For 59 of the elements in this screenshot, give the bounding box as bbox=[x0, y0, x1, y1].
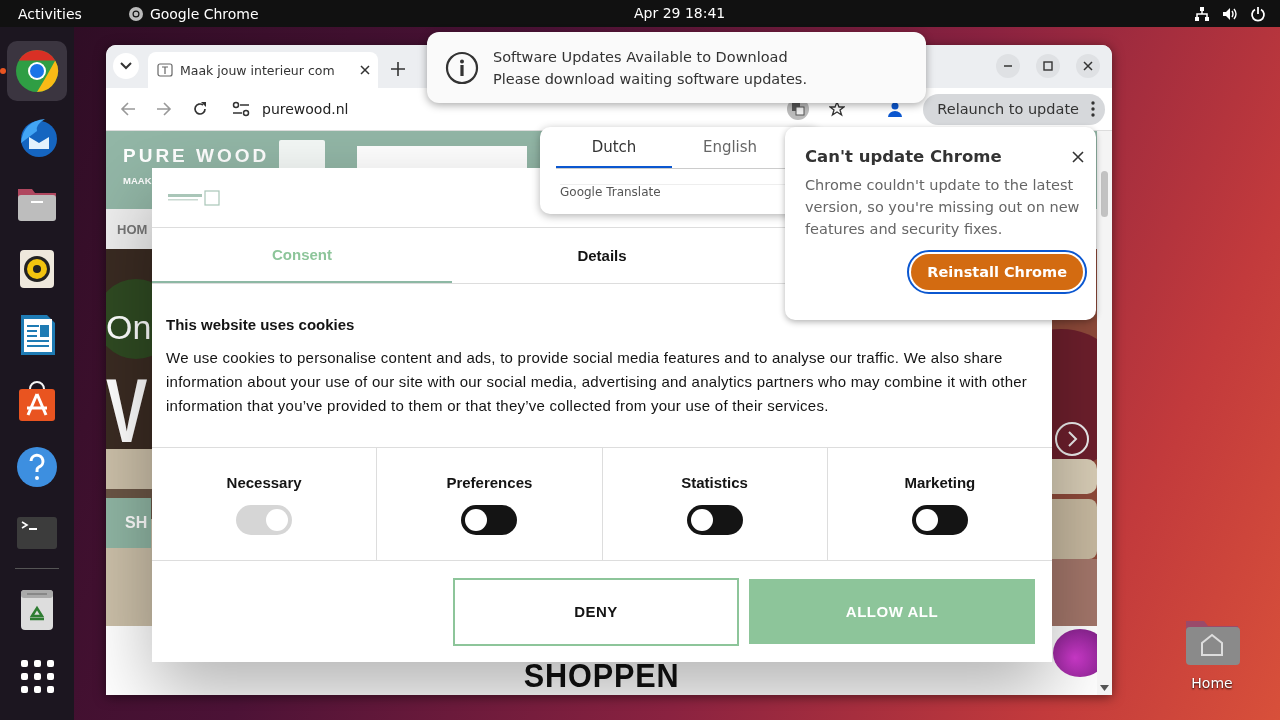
maximize-icon bbox=[1043, 61, 1053, 71]
nav-link[interactable]: HOM bbox=[117, 221, 148, 237]
clock[interactable]: Apr 29 18:41 bbox=[634, 5, 726, 21]
browser-tab[interactable]: Maak jouw interieur com bbox=[148, 52, 378, 88]
notification-title: Software Updates Available to Download bbox=[493, 48, 789, 65]
maximize-button[interactable] bbox=[1036, 54, 1060, 78]
new-tab-icon[interactable] bbox=[391, 62, 405, 76]
scrollbar-thumb[interactable] bbox=[1101, 171, 1108, 217]
reload-icon[interactable] bbox=[192, 101, 208, 117]
close-icon[interactable] bbox=[360, 65, 370, 75]
language-tab[interactable]: Dutch bbox=[556, 127, 672, 168]
notification-body: Please download waiting software updates. bbox=[493, 70, 807, 87]
close-icon[interactable] bbox=[1072, 150, 1084, 163]
more-icon bbox=[1091, 101, 1095, 117]
category-label: Marketing bbox=[904, 474, 976, 491]
next-slide-icon[interactable] bbox=[1054, 421, 1090, 457]
deny-button[interactable]: DENY bbox=[453, 577, 739, 646]
hero-title: On bbox=[106, 307, 152, 347]
toggle-switch[interactable] bbox=[911, 505, 968, 535]
desktop-item-label: Home bbox=[1191, 675, 1233, 691]
profile-icon[interactable] bbox=[887, 101, 904, 117]
cookie-description: We use cookies to personalise content and ads, to provide social media features and to analyse our traffic. We also share information about your use of our site with our social media, advertising and analytics partners who may combine it with other information that you’ve provided to them or that they’ve collected from your use of their services. bbox=[166, 348, 1029, 416]
dialog-heading: This website uses cookies bbox=[166, 316, 356, 334]
language-tab[interactable]: English bbox=[672, 127, 788, 168]
power-icon[interactable] bbox=[1250, 5, 1266, 22]
close-button[interactable] bbox=[1076, 54, 1100, 78]
chevron-down-icon bbox=[120, 62, 132, 70]
star-icon[interactable] bbox=[829, 101, 846, 117]
floating-button[interactable] bbox=[1053, 629, 1097, 677]
back-icon[interactable] bbox=[120, 101, 136, 117]
tab-search-button[interactable] bbox=[113, 53, 139, 79]
category-label: Preferences bbox=[446, 474, 533, 491]
scrollbar[interactable] bbox=[1097, 131, 1112, 695]
site-tagline: MAAK bbox=[123, 176, 153, 186]
site-logo-icon bbox=[168, 188, 220, 207]
site-favicon-icon bbox=[157, 62, 173, 78]
browser-icon bbox=[127, 5, 144, 22]
dialog-tab[interactable]: Details bbox=[452, 228, 752, 283]
section-heading: SHOPPEN bbox=[523, 658, 680, 692]
address-field[interactable]: purewood.nl bbox=[262, 101, 349, 117]
popup-title: Can't update Chrome bbox=[805, 147, 1002, 166]
minimize-button[interactable] bbox=[996, 54, 1020, 78]
minimize-icon bbox=[1003, 65, 1013, 67]
category-label: Statistics bbox=[681, 474, 748, 491]
site-settings-icon[interactable] bbox=[232, 101, 250, 117]
tab-title: Maak jouw interieur com bbox=[180, 62, 336, 78]
activities-button[interactable]: Activities bbox=[18, 5, 82, 22]
forward-icon[interactable] bbox=[156, 101, 172, 117]
info-icon bbox=[445, 50, 479, 85]
category-label: Necessary bbox=[226, 474, 302, 491]
toggle-switch[interactable] bbox=[686, 505, 743, 535]
relaunch-button[interactable]: Relaunch to update bbox=[923, 93, 1105, 125]
toggle-switch[interactable] bbox=[461, 505, 518, 535]
app-name[interactable]: Google Chrome bbox=[149, 5, 259, 22]
close-icon bbox=[1083, 61, 1093, 71]
network-icon[interactable] bbox=[1194, 5, 1210, 22]
hero-letter: V bbox=[106, 367, 148, 457]
browser-icon[interactable] bbox=[7, 41, 67, 101]
scroll-down-icon[interactable] bbox=[1100, 685, 1109, 691]
